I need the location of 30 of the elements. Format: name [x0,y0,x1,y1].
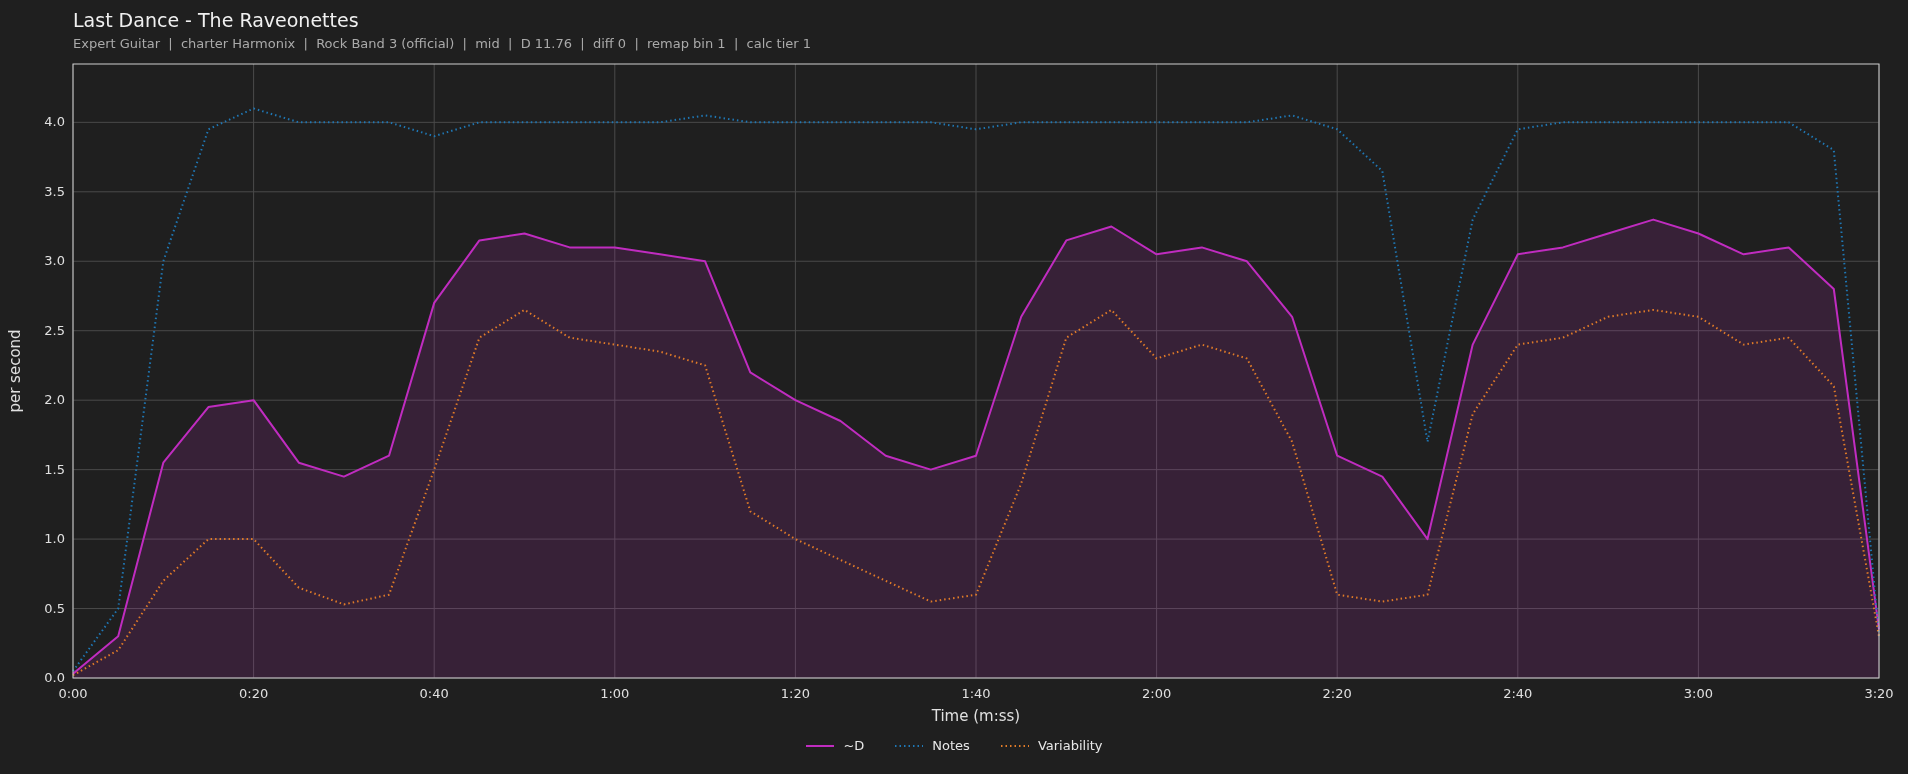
x-tick-label: 0:40 [419,686,449,701]
x-tick-label: 0:00 [58,686,88,701]
x-tick-label: 3:00 [1683,686,1713,701]
x-tick-label: 1:20 [780,686,810,701]
x-tick-label: 2:00 [1142,686,1172,701]
chart-title: Last Dance - The Raveonettes [73,8,360,32]
x-tick-label: 3:20 [1864,686,1894,701]
legend-label: ~D [843,738,865,753]
x-tick-label: 0:20 [239,686,269,701]
y-tick-label: 2.5 [44,322,65,338]
legend-label: Notes [932,738,970,753]
legend-label: Variability [1037,738,1103,753]
y-tick-label: 1.0 [44,531,65,547]
x-tick-label: 1:00 [600,686,630,701]
y-tick-label: 1.5 [44,461,65,477]
x-tick-label: 2:40 [1503,686,1533,701]
legend-line-icon [894,742,925,749]
legend-line-icon [805,742,836,749]
y-tick-label: 0.0 [44,670,65,685]
x-axis-title: Time (m:ss) [931,707,1021,725]
y-tick-label: 4.0 [44,114,65,130]
y-tick-label: 2.0 [44,392,65,408]
y-tick-label: 0.5 [44,600,65,616]
legend-line-icon [999,742,1030,749]
chart-subtitle: Expert Guitar | charter Harmonix | Rock Band 3 (official) | mid | D 11.76 | diff 0 | remap bin 1 | calc tier 1 [73,35,812,53]
x-tick-label: 1:40 [961,686,991,701]
y-axis-title: per second [6,329,24,413]
y-tick-label: 3.0 [44,253,65,269]
x-tick-label: 2:20 [1322,686,1352,701]
y-tick-label: 3.5 [44,183,65,199]
